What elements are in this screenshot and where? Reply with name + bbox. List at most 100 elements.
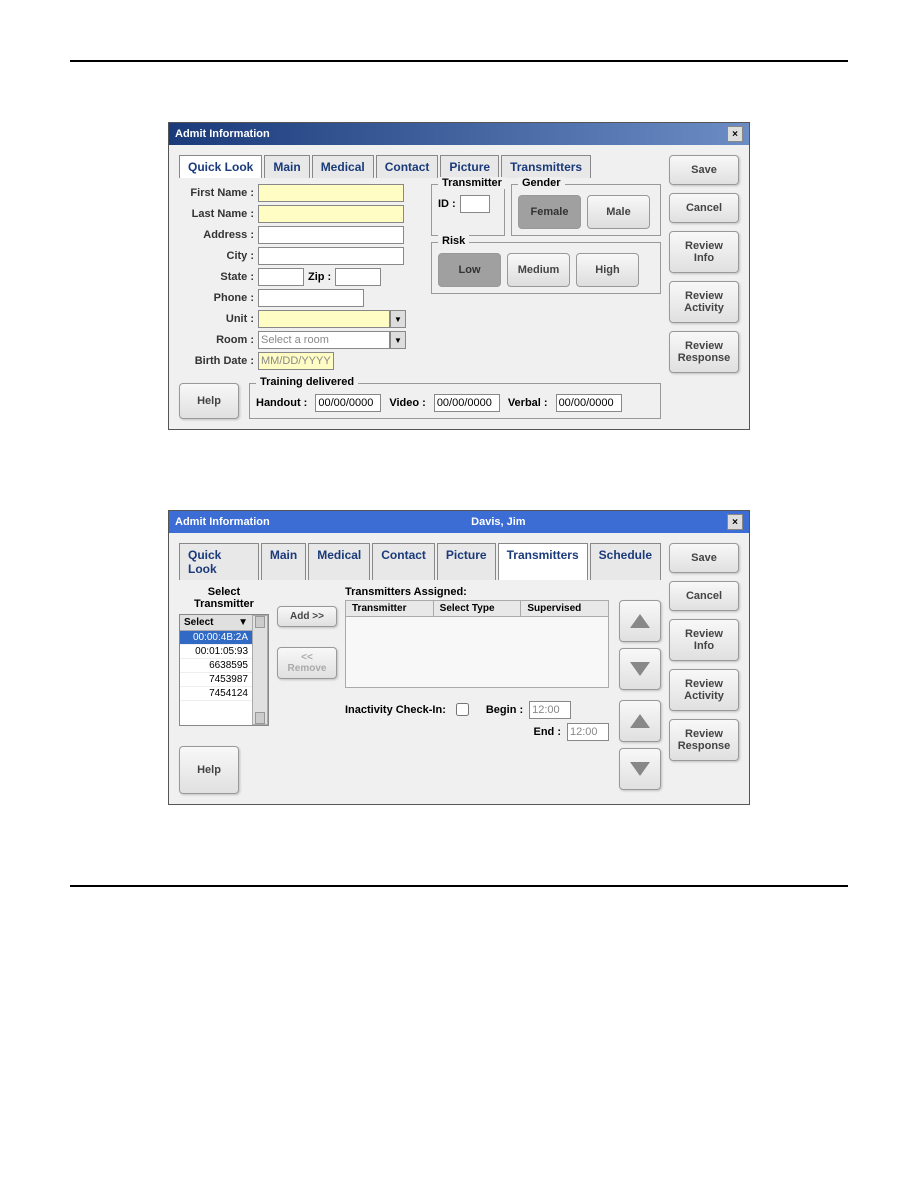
list-item[interactable]: 00:01:05:93 [180, 645, 252, 659]
chevron-down-icon[interactable]: ▼ [238, 617, 248, 628]
video-input[interactable] [434, 394, 500, 412]
review-activity-button[interactable]: Review Activity [669, 281, 739, 323]
tab-schedule[interactable]: Schedule [590, 543, 661, 580]
begin-label: Begin : [486, 704, 523, 716]
save-button[interactable]: Save [669, 543, 739, 573]
begin-input[interactable] [529, 701, 571, 719]
assigned-table-header: Transmitter Select Type Supervised [345, 600, 609, 617]
help-button[interactable]: Help [179, 746, 239, 794]
phone-label: Phone : [179, 292, 254, 304]
list-item[interactable]: 6638595 [180, 659, 252, 673]
arrow-down-icon [630, 762, 650, 776]
titlebar: Admit Information Davis, Jim × [169, 511, 749, 533]
transmitter-listbox[interactable]: Select▼ 00:00:4B:2A 00:01:05:93 6638595 … [179, 614, 269, 726]
zip-input[interactable] [335, 268, 381, 286]
tab-main[interactable]: Main [264, 155, 309, 178]
tab-medical[interactable]: Medical [308, 543, 370, 580]
arrow-up-icon [630, 714, 650, 728]
tabs: Quick Look Main Medical Contact Picture … [179, 155, 661, 178]
inactivity-label: Inactivity Check-In: [345, 704, 446, 716]
tab-medical[interactable]: Medical [312, 155, 374, 178]
last-name-input[interactable] [258, 205, 404, 223]
gender-legend: Gender [518, 177, 565, 189]
review-response-button[interactable]: Review Response [669, 331, 739, 373]
birthdate-input[interactable] [258, 352, 334, 370]
time-down-button[interactable] [619, 748, 661, 790]
state-label: State : [179, 271, 254, 283]
add-button[interactable]: Add >> [277, 606, 337, 627]
room-label: Room : [179, 334, 254, 346]
assigned-table-body [345, 617, 609, 688]
id-label: ID : [438, 198, 456, 210]
transmitter-legend: Transmitter [438, 177, 506, 189]
window-title: Admit Information [175, 516, 270, 528]
risk-legend: Risk [438, 235, 469, 247]
chevron-down-icon[interactable]: ▼ [390, 310, 406, 328]
titlebar: Admit Information × [169, 123, 749, 145]
chevron-down-icon[interactable]: ▼ [390, 331, 406, 349]
close-icon[interactable]: × [727, 126, 743, 142]
select-transmitter-label: Select Transmitter [179, 586, 269, 610]
assigned-label: Transmitters Assigned: [345, 586, 661, 598]
review-activity-button[interactable]: Review Activity [669, 669, 739, 711]
risk-high-button[interactable]: High [576, 253, 639, 287]
first-name-input[interactable] [258, 184, 404, 202]
scrollbar[interactable] [252, 615, 268, 725]
risk-medium-button[interactable]: Medium [507, 253, 570, 287]
patient-name: Davis, Jim [270, 516, 727, 528]
review-response-button[interactable]: Review Response [669, 719, 739, 761]
tabs: Quick Look Main Medical Contact Picture … [179, 543, 661, 580]
end-input[interactable] [567, 723, 609, 741]
birthdate-label: Birth Date : [179, 355, 254, 367]
training-legend: Training delivered [256, 376, 358, 388]
close-icon[interactable]: × [727, 514, 743, 530]
verbal-label: Verbal : [508, 397, 548, 409]
zip-label: Zip : [308, 271, 331, 283]
handout-input[interactable] [315, 394, 381, 412]
review-info-button[interactable]: Review Info [669, 619, 739, 661]
move-up-button[interactable] [619, 600, 661, 642]
city-label: City : [179, 250, 254, 262]
cancel-button[interactable]: Cancel [669, 193, 739, 223]
city-input[interactable] [258, 247, 404, 265]
address-input[interactable] [258, 226, 404, 244]
save-button[interactable]: Save [669, 155, 739, 185]
arrow-down-icon [630, 662, 650, 676]
unit-select[interactable] [258, 310, 390, 328]
window-title: Admit Information [175, 128, 270, 140]
transmitter-id-input[interactable] [460, 195, 490, 213]
address-label: Address : [179, 229, 254, 241]
tab-transmitters[interactable]: Transmitters [498, 543, 588, 580]
male-button[interactable]: Male [587, 195, 650, 229]
risk-low-button[interactable]: Low [438, 253, 501, 287]
first-name-label: First Name : [179, 187, 254, 199]
verbal-input[interactable] [556, 394, 622, 412]
tab-contact[interactable]: Contact [372, 543, 435, 580]
tab-quick-look[interactable]: Quick Look [179, 155, 262, 178]
tab-picture[interactable]: Picture [437, 543, 496, 580]
tab-quick-look[interactable]: Quick Look [179, 543, 259, 580]
tab-transmitters[interactable]: Transmitters [501, 155, 591, 178]
end-label: End : [534, 726, 562, 738]
list-item[interactable]: 00:00:4B:2A [180, 631, 252, 645]
cancel-button[interactable]: Cancel [669, 581, 739, 611]
last-name-label: Last Name : [179, 208, 254, 220]
tab-contact[interactable]: Contact [376, 155, 439, 178]
female-button[interactable]: Female [518, 195, 581, 229]
tab-picture[interactable]: Picture [440, 155, 499, 178]
admit-info-dialog-1: Admit Information × Quick Look Main Medi… [168, 122, 750, 430]
tab-main[interactable]: Main [261, 543, 306, 580]
handout-label: Handout : [256, 397, 307, 409]
room-select[interactable] [258, 331, 390, 349]
state-input[interactable] [258, 268, 304, 286]
remove-button[interactable]: << Remove [277, 647, 337, 679]
list-item[interactable]: 7454124 [180, 687, 252, 701]
admit-info-dialog-2: Admit Information Davis, Jim × Quick Loo… [168, 510, 750, 805]
move-down-button[interactable] [619, 648, 661, 690]
help-button[interactable]: Help [179, 383, 239, 419]
time-up-button[interactable] [619, 700, 661, 742]
list-item[interactable]: 7453987 [180, 673, 252, 687]
review-info-button[interactable]: Review Info [669, 231, 739, 273]
inactivity-checkbox[interactable] [456, 703, 469, 716]
phone-input[interactable] [258, 289, 364, 307]
